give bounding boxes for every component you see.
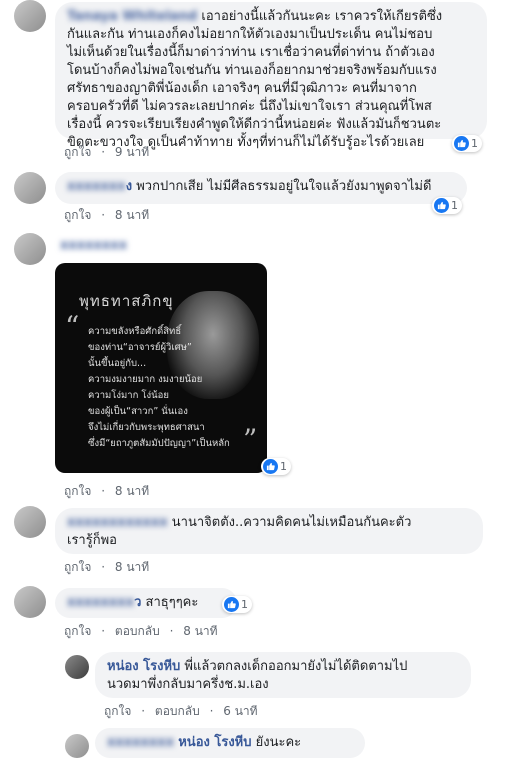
quote-mark-icon: “ (65, 310, 80, 343)
like-icon (263, 459, 278, 474)
like-link[interactable]: ถูกใจ (64, 208, 91, 222)
comment-author[interactable]: xxxxxxxxxxxx (67, 515, 168, 530)
comment-text-line: ครอบครัวที่ดี ไม่ควรละเลยปากค่ะ นี่ถึงไม… (67, 99, 432, 114)
comment-author[interactable]: Tanaya Whiteland (67, 9, 197, 24)
comment-text-line: นานาจิตตัง..ความคิดคนไม่เหมือนกันคะตัว (171, 515, 412, 530)
comment-time[interactable]: 6 นาที (223, 704, 257, 718)
comment-text-line: ยังนะคะ (255, 735, 302, 750)
avatar[interactable] (14, 506, 46, 538)
comment-meta: ถูกใจ · 9 นาที (64, 145, 150, 159)
comment-meta: ถูกใจ · ตอบกลับ · 6 นาที (104, 704, 258, 718)
comment-bubble: xxxxxxxxxxxx นานาจิตตัง..ความคิดคนไม่เหม… (55, 508, 483, 554)
comment-time[interactable]: 8 นาที (183, 624, 217, 638)
image-title: พุทธทาสภิกขุ (79, 292, 174, 310)
comment-text-line: โดนบ้างก็คงไม่พอใจเช่นกัน ท่านเองก็อยากม… (67, 63, 437, 78)
mention-link[interactable]: หน่อง โรงหีบ (178, 735, 251, 750)
comment-meta: ถูกใจ · ตอบกลับ · 8 นาที (64, 624, 218, 638)
comment-text-line: พี่แล้วตกลงเด็กออกมายังไม่ได้ติดตามไป (184, 659, 408, 674)
comment-text-line: นวดมาพึ่งกลับมาครึ่งช.ม.เอง (107, 677, 269, 692)
avatar[interactable] (14, 0, 46, 32)
image-text-line: ของท่าน“อาจารย์ผู้วิเศษ” (88, 342, 192, 353)
comment-author[interactable]: xxxxxxxx (107, 735, 174, 750)
like-link[interactable]: ถูกใจ (64, 484, 91, 498)
reply-bubble: xxxxxxxx หน่อง โรงหีบ ยังนะคะ (95, 728, 365, 758)
reaction-count[interactable]: 1 (222, 596, 252, 613)
comment-text-line: พวกปากเสีย ไม่มีศีลธรรมอยู่ในใจแล้วยังมา… (136, 179, 432, 194)
comment-time[interactable]: 8 นาที (115, 560, 149, 574)
comment-author[interactable]: xxxxxxxx (67, 595, 134, 610)
image-text-line: ความขลังหรือศักดิ์สิทธิ์ (88, 326, 182, 337)
comment-meta: ถูกใจ · 8 นาที (64, 484, 150, 498)
comment-meta: ถูกใจ · 8 นาที (64, 208, 150, 222)
comment-bubble: xxxxxxxxว สาธุๆๆคะ (55, 588, 237, 618)
reply-link[interactable]: ตอบกลับ (155, 704, 200, 718)
comment-text-line: ไม่เห็นด้วยในเรื่องนี้ก็มาด่าว่าท่าน เรา… (67, 45, 435, 60)
reply-bubble: หน่อง โรงหีบ พี่แล้วตกลงเด็กออกมายังไม่ไ… (95, 652, 471, 698)
like-link[interactable]: ถูกใจ (64, 624, 91, 638)
comment-text-line: เรื่องนี้ ควรจะเรียบเรียงคำพูดให้ดีกว่าน… (67, 117, 442, 132)
reply-link[interactable]: ตอบกลับ (115, 624, 160, 638)
comment-author-suffix[interactable]: ง (126, 179, 132, 194)
image-text-line: นั้นขึ้นอยู่กับ... (88, 358, 147, 369)
like-link[interactable]: ถูกใจ (64, 145, 91, 159)
like-icon (434, 198, 449, 213)
avatar[interactable] (14, 172, 46, 204)
comment-bubble: xxxxxxxง พวกปากเสีย ไม่มีศีลธรรมอยู่ในใจ… (55, 172, 467, 204)
comment-meta: ถูกใจ · 8 นาที (64, 560, 150, 574)
comment-time[interactable]: 9 นาที (115, 145, 149, 159)
quote-mark-close-icon: ” (243, 423, 258, 456)
like-link[interactable]: ถูกใจ (64, 560, 91, 574)
reaction-count[interactable]: 1 (261, 458, 291, 475)
comment-bubble: Tanaya Whiteland เอาอย่างนี้แล้วกันนะคะ … (55, 2, 487, 150)
image-text-line: ความงมงายมาก งมงายน้อย (88, 374, 203, 385)
avatar[interactable] (65, 734, 89, 758)
comment-author-suffix[interactable]: ว (134, 595, 141, 610)
comment-author[interactable]: หน่อง โรงหีบ (107, 659, 180, 674)
avatar[interactable] (14, 586, 46, 618)
comment-author[interactable]: xxxxxxxx (60, 238, 127, 253)
comment-text-line: กันและกัน ท่านเองก็คงไม่อยากให้ตัวเองมาเ… (67, 27, 433, 42)
comment-text-line: เอาอย่างนี้แล้วกันนะคะ เราควรให้เกียรติซ… (201, 9, 443, 24)
comment-author[interactable]: xxxxxxx (67, 179, 126, 194)
quote-image[interactable]: พุทธทาสภิกขุ “ ความขลังหรือศักดิ์สิทธิ์ … (55, 263, 267, 473)
image-text-line: จึงไม่เกี่ยวกับพระพุทธศาสนา (88, 422, 205, 433)
reaction-count[interactable]: 1 (432, 197, 462, 214)
comment-author-row: xxxxxxxx (60, 238, 133, 253)
comment-text-line: สาธุๆๆคะ (145, 595, 199, 610)
like-link[interactable]: ถูกใจ (104, 704, 131, 718)
reaction-count[interactable]: 1 (452, 135, 482, 152)
like-icon (454, 136, 469, 151)
comment-text-line: ศรัทธาของญาติพี่น้องเด็ก เอาจริงๆ คนที่ม… (67, 81, 417, 96)
image-text-line: ของผู้เป็น“สาวก” นั่นเอง (88, 406, 188, 417)
avatar[interactable] (65, 655, 89, 679)
comment-text-line: เรารู้ก็พอ (67, 533, 117, 548)
avatar[interactable] (14, 233, 46, 265)
comment-time[interactable]: 8 นาที (115, 208, 149, 222)
image-text-line: ความโง่มาก โง่น้อย (88, 390, 169, 401)
comment-time[interactable]: 8 นาที (115, 484, 149, 498)
like-icon (224, 597, 239, 612)
image-text-line: ซึ่งมี“ยถาภูตสัมมัปปัญญา”เป็นหลัก (88, 438, 230, 449)
